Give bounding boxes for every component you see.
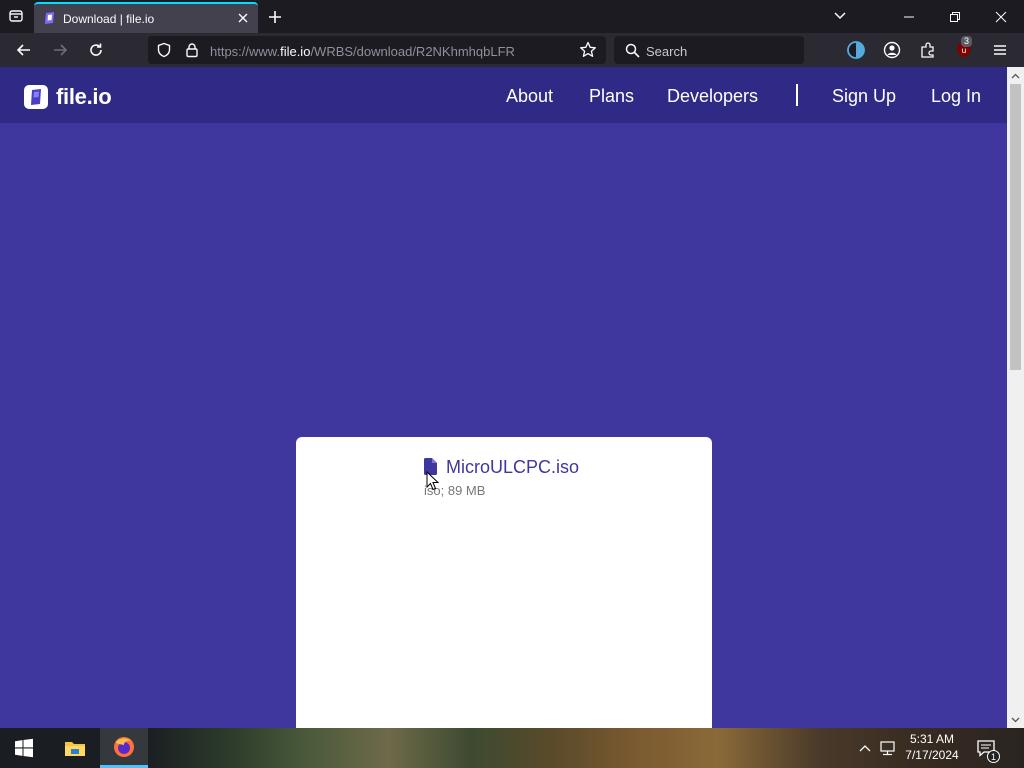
list-all-tabs-icon[interactable] [4,4,28,28]
search-icon [620,38,644,62]
nav-divider [796,84,798,106]
fileio-favicon-icon [43,11,57,25]
bookmark-star-icon[interactable] [576,38,600,62]
scroll-up-arrow-icon[interactable] [1007,67,1024,84]
windows-taskbar: 5:31 AM 7/17/2024 1 [0,728,1024,768]
firefox-taskbar-icon[interactable] [100,728,148,768]
site-logo[interactable]: file.io [24,84,112,110]
clock-time: 5:31 AM [909,732,955,746]
fileio-logo-icon [24,85,48,109]
site-header: file.io About Plans Developers Sign Up L… [0,67,1007,123]
close-window-icon[interactable] [978,0,1024,33]
forward-arrow-icon[interactable] [48,38,72,62]
navigation-toolbar: https://www.file.io/WRBS/download/R2NKhm… [0,33,1024,67]
tracking-protection-shield-icon[interactable] [152,38,176,62]
extensions-puzzle-icon[interactable] [916,38,940,62]
browser-tab-active[interactable]: Download | file.io [34,2,258,33]
reload-icon[interactable] [84,38,108,62]
url-host: file.io [280,44,311,59]
nav-link-about[interactable]: About [506,86,553,107]
file-explorer-icon[interactable] [52,728,98,768]
url-prefix: https://www. [210,44,281,59]
new-tab-icon[interactable] [264,6,286,28]
scrollbar-thumb[interactable] [1010,84,1021,370]
url-text[interactable]: https://www.file.io/WRBS/download/R2NKhm… [210,44,515,59]
page-scrollbar[interactable] [1007,67,1024,728]
nav-link-developers[interactable]: Developers [667,86,758,107]
extension-badge-count: 3 [961,36,973,47]
svg-text:u: u [962,46,966,55]
minimize-window-icon[interactable] [886,0,932,33]
windows-start-icon[interactable] [0,728,48,768]
clock-date: 7/17/2024 [905,748,959,762]
nav-link-plans[interactable]: Plans [589,86,634,107]
notification-center-icon[interactable]: 1 [972,728,1000,768]
address-bar[interactable]: https://www.file.io/WRBS/download/R2NKhm… [148,36,606,64]
hamburger-menu-icon[interactable] [988,38,1012,62]
show-hidden-icons-chevron-icon[interactable] [856,728,874,768]
search-input[interactable]: Search [614,36,804,64]
file-name-link[interactable]: MicroULCPC.iso [446,457,579,478]
nav-link-log-in[interactable]: Log In [931,86,981,107]
network-icon[interactable] [878,728,900,768]
download-card: MicroULCPC.iso iso; 89 MB [296,437,712,728]
web-page: file.io About Plans Developers Sign Up L… [0,67,1007,728]
lock-icon[interactable] [180,38,204,62]
tab-title: Download | file.io [63,12,155,26]
search-placeholder: Search [646,44,688,59]
chevron-down-icon[interactable] [832,8,850,24]
back-arrow-icon[interactable] [12,38,36,62]
scroll-down-arrow-icon[interactable] [1007,711,1024,728]
system-clock[interactable]: 5:31 AM 7/17/2024 [900,731,964,763]
mouse-cursor-icon [426,470,440,491]
logo-text: file.io [56,84,112,109]
nav-link-sign-up[interactable]: Sign Up [832,86,896,107]
notification-count-badge: 1 [987,750,1000,763]
tab-strip: Download | file.io [0,0,1024,33]
url-path: /WRBS/download/R2NKhmhqbLFR [310,44,515,59]
account-icon[interactable] [880,38,904,62]
restore-window-icon[interactable] [932,0,978,33]
close-tab-icon[interactable] [236,11,250,25]
extension-toggle-icon[interactable] [844,38,868,62]
